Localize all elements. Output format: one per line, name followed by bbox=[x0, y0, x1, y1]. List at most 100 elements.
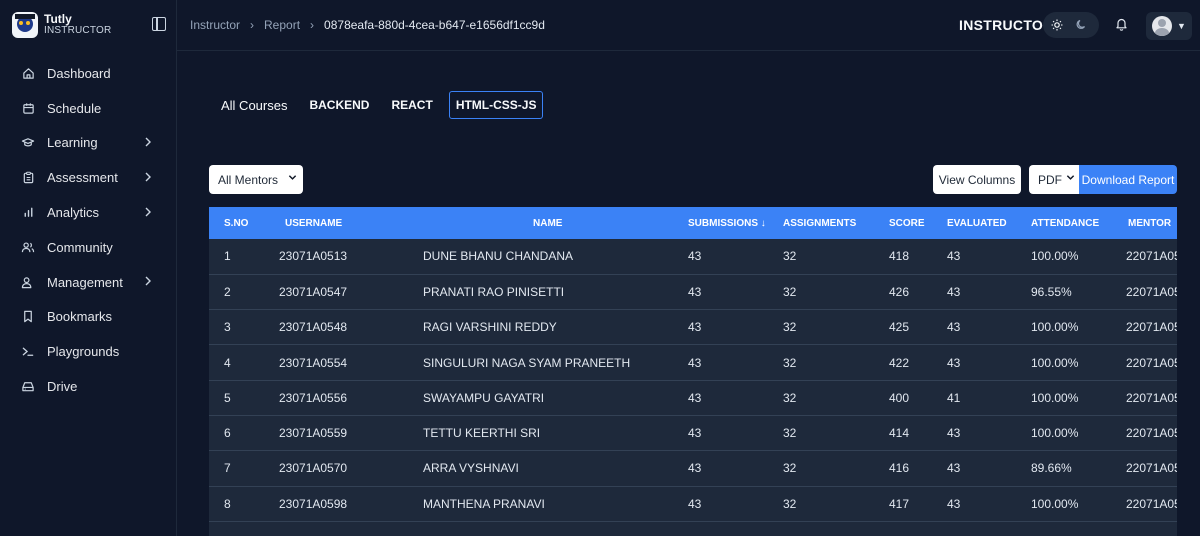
cell-mentor: 22071A0531 bbox=[1126, 249, 1177, 264]
cell-evaluated: 43 bbox=[947, 461, 961, 476]
column-header-assignments[interactable]: ASSIGNMENTS bbox=[781, 207, 880, 239]
moon-icon[interactable] bbox=[1069, 14, 1093, 36]
cell-score: 422 bbox=[889, 355, 910, 370]
table-body: 1 23071A0513 DUNE BHANU CHANDANA 43 32 4… bbox=[209, 239, 1177, 522]
breadcrumb: Instructor › Report › 0878eafa-880d-4cea… bbox=[190, 18, 545, 32]
chevron-right-icon: › bbox=[250, 18, 255, 32]
download-report-button[interactable]: Download Report bbox=[1079, 165, 1177, 194]
cell-evaluated: 43 bbox=[947, 496, 961, 511]
cell-name: ARRA VYSHNAVI bbox=[423, 461, 519, 476]
cell-mentor: 22071A0550 bbox=[1126, 461, 1177, 476]
table-row: 4 23071A0554 SINGULURI NAGA SYAM PRANEET… bbox=[209, 345, 1177, 381]
bell-icon[interactable] bbox=[1115, 17, 1129, 31]
chevron-down-icon bbox=[1066, 173, 1075, 184]
cell-score: 414 bbox=[889, 426, 910, 441]
column-header-attendance[interactable]: ATTENDANCE bbox=[1026, 207, 1123, 239]
sidebar-item-assessment[interactable]: Assessment bbox=[0, 160, 176, 195]
cell-submissions: 43 bbox=[688, 496, 702, 511]
sidebar-item-label: Assessment bbox=[47, 170, 118, 186]
column-header-submissions[interactable]: SUBMISSIONS ↓ bbox=[679, 207, 781, 239]
sidebar-item-management[interactable]: Management bbox=[0, 265, 176, 300]
cell-submissions: 43 bbox=[688, 249, 702, 264]
tab-backend[interactable]: BACKEND bbox=[303, 91, 375, 119]
sidebar-item-community[interactable]: Community bbox=[0, 230, 176, 265]
users-icon bbox=[21, 240, 35, 254]
cell-mentor: 22071A0550 bbox=[1126, 496, 1177, 511]
report-table-container[interactable]: S.NO USERNAME NAME SUBMISSIONS ↓ ASSIGNM… bbox=[209, 207, 1177, 536]
brand[interactable]: Tutly INSTRUCTOR bbox=[12, 12, 111, 38]
cell-username: 23071A0548 bbox=[279, 320, 348, 335]
tab-html-css-js[interactable]: HTML-CSS-JS bbox=[448, 91, 544, 119]
breadcrumb-item-instructor[interactable]: Instructor bbox=[190, 18, 240, 32]
column-header-sno[interactable]: S.NO bbox=[209, 207, 273, 239]
sidebar-item-label: Analytics bbox=[47, 205, 100, 221]
cell-mentor: 22071A0531 bbox=[1126, 284, 1177, 299]
chevron-down-icon bbox=[288, 173, 297, 184]
course-tabs: All Courses BACKEND REACT HTML-CSS-JS bbox=[215, 91, 553, 119]
cell-score: 426 bbox=[889, 284, 910, 299]
sidebar-item-dashboard[interactable]: Dashboard bbox=[0, 56, 176, 91]
cell-mentor: 22071A0531 bbox=[1126, 320, 1177, 335]
cell-assignments: 32 bbox=[783, 320, 797, 335]
sun-icon[interactable] bbox=[1045, 14, 1069, 36]
caret-down-icon: ▼ bbox=[1177, 21, 1186, 31]
chevron-right-icon bbox=[144, 136, 152, 150]
user-menu-button[interactable]: ▼ bbox=[1146, 12, 1192, 40]
cell-mentor: 22071A0550 bbox=[1126, 426, 1177, 441]
column-header-username[interactable]: USERNAME bbox=[273, 207, 421, 239]
report-format-select[interactable]: PDF bbox=[1029, 165, 1079, 194]
cell-submissions: 43 bbox=[688, 426, 702, 441]
sidebar-item-drive[interactable]: Drive bbox=[0, 369, 176, 404]
column-header-score[interactable]: SCORE bbox=[880, 207, 942, 239]
mentor-filter-select[interactable]: All Mentors bbox=[209, 165, 303, 194]
cell-attendance: 96.55% bbox=[1031, 284, 1072, 299]
cell-sno: 5 bbox=[224, 390, 231, 405]
cell-name: DUNE BHANU CHANDANA bbox=[423, 249, 574, 264]
view-columns-button[interactable]: View Columns bbox=[933, 165, 1021, 194]
cell-mentor: 22071A0550 bbox=[1126, 355, 1177, 370]
cell-assignments: 32 bbox=[783, 249, 797, 264]
theme-toggle[interactable] bbox=[1043, 12, 1099, 38]
sidebar-item-playgrounds[interactable]: Playgrounds bbox=[0, 334, 176, 369]
cell-evaluated: 43 bbox=[947, 249, 961, 264]
sidebar-item-analytics[interactable]: Analytics bbox=[0, 195, 176, 230]
calendar-icon bbox=[21, 101, 35, 115]
chevron-right-icon bbox=[144, 206, 152, 220]
cell-score: 425 bbox=[889, 320, 910, 335]
cell-username: 23071A0556 bbox=[279, 390, 348, 405]
sidebar-toggle-icon[interactable] bbox=[152, 17, 166, 31]
sidebar-item-label: Drive bbox=[47, 379, 78, 395]
topbar: Instructor › Report › 0878eafa-880d-4cea… bbox=[152, 0, 1200, 51]
column-header-name[interactable]: NAME bbox=[421, 207, 679, 239]
sidebar-item-bookmarks[interactable]: Bookmarks bbox=[0, 300, 176, 335]
sidebar-item-schedule[interactable]: Schedule bbox=[0, 91, 176, 126]
sidebar-item-label: Playgrounds bbox=[47, 344, 120, 360]
tab-all-courses[interactable]: All Courses bbox=[215, 91, 293, 119]
cell-evaluated: 43 bbox=[947, 426, 961, 441]
tab-react[interactable]: REACT bbox=[385, 91, 438, 119]
user-cog-icon bbox=[21, 275, 35, 289]
cell-mentor: 22071A0550 bbox=[1126, 390, 1177, 405]
cell-username: 23071A0554 bbox=[279, 355, 348, 370]
sidebar-item-label: Bookmarks bbox=[47, 309, 113, 325]
cell-attendance: 100.00% bbox=[1031, 496, 1079, 511]
role-title: INSTRUCTOR bbox=[959, 17, 1054, 33]
table-row: 1 23071A0513 DUNE BHANU CHANDANA 43 32 4… bbox=[209, 239, 1177, 275]
cell-score: 400 bbox=[889, 390, 910, 405]
report-format-value: PDF bbox=[1038, 172, 1062, 187]
table-row: 2 23071A0547 PRANATI RAO PINISETTI 43 32… bbox=[209, 274, 1177, 310]
cell-attendance: 100.00% bbox=[1031, 355, 1079, 370]
column-header-mentor[interactable]: MENTOR bbox=[1123, 207, 1177, 239]
sidebar-item-label: Dashboard bbox=[47, 65, 111, 81]
column-header-evaluated[interactable]: EVALUATED bbox=[942, 207, 1026, 239]
cell-username: 23071A0598 bbox=[279, 496, 348, 511]
cell-attendance: 100.00% bbox=[1031, 249, 1079, 264]
chevron-right-icon: › bbox=[310, 18, 315, 32]
sidebar-item-learning[interactable]: Learning bbox=[0, 126, 176, 161]
cell-score: 417 bbox=[889, 496, 910, 511]
brand-name: Tutly bbox=[44, 12, 72, 26]
cell-username: 23071A0547 bbox=[279, 284, 348, 299]
table-row: 6 23071A0559 TETTU KEERTHI SRI 43 32 414… bbox=[209, 415, 1177, 451]
breadcrumb-item-report[interactable]: Report bbox=[264, 18, 300, 32]
cell-name: SINGULURI NAGA SYAM PRANEETH bbox=[423, 355, 631, 370]
